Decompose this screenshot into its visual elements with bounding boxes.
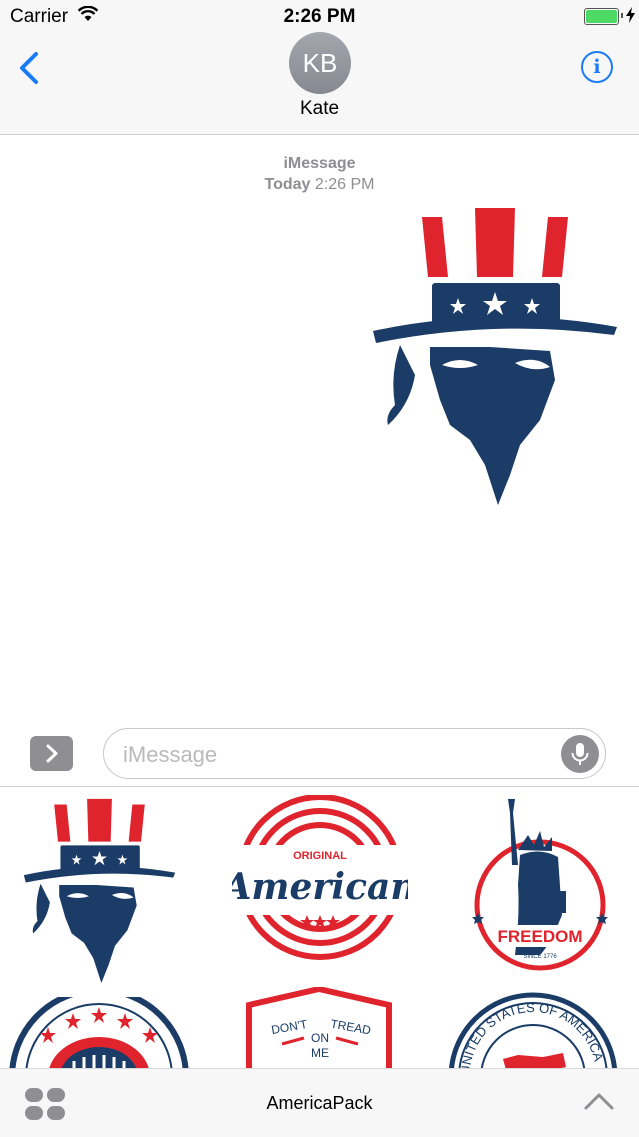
info-button[interactable]: i — [581, 51, 613, 83]
sticker-original-american[interactable]: ORIGINAL American — [232, 795, 408, 960]
service-label: iMessage — [283, 155, 356, 172]
sticker-american-label: American — [232, 866, 408, 908]
sticker-usa-seal[interactable]: UNITED STATES OF AMERICA — [448, 987, 618, 1069]
sticker-freedom-label: FREEDOM — [498, 927, 583, 946]
contact-name[interactable]: Kate — [0, 98, 639, 120]
sticker-since-label: SINCE 1776 — [523, 954, 557, 960]
battery-fill — [586, 10, 617, 23]
back-chevron-icon[interactable] — [14, 48, 46, 88]
dictation-button[interactable] — [561, 735, 599, 773]
apps-toggle-button[interactable] — [30, 736, 73, 771]
message-input[interactable]: iMessage — [103, 728, 606, 779]
charging-bolt-icon — [626, 7, 635, 23]
day-label: Today — [264, 176, 311, 193]
sent-sticker-uncle-sam[interactable] — [370, 205, 620, 505]
sticker-drawer[interactable]: ORIGINAL American FREEDOM SINCE 1776 DON… — [0, 786, 639, 1069]
battery-icon — [584, 8, 619, 25]
status-bar: Carrier 2:26 PM — [0, 0, 639, 34]
sticker-dont-tread[interactable]: DON'T TREAD ON ME — [244, 987, 394, 1069]
message-placeholder: iMessage — [123, 742, 218, 767]
battery-tip — [621, 13, 623, 18]
sticker-capitol[interactable] — [8, 997, 190, 1069]
app-bottom-bar: AmericaPack — [0, 1068, 639, 1137]
microphone-icon — [571, 743, 589, 765]
sticker-tread-label: TREAD — [329, 1017, 372, 1038]
time-label: 2:26 PM — [314, 176, 375, 193]
sticker-dont-label: DON'T — [270, 1017, 309, 1037]
expand-chevron-up-icon[interactable] — [582, 1089, 616, 1113]
chevron-right-icon — [46, 744, 58, 763]
sticker-uncle-sam[interactable] — [22, 795, 177, 985]
status-time: 2:26 PM — [283, 6, 356, 27]
sticker-me-label: ME — [311, 1046, 329, 1060]
sticker-freedom[interactable]: FREEDOM SINCE 1776 — [470, 795, 610, 975]
sticker-pack-name: AmericaPack — [266, 1093, 373, 1113]
timestamp: Today 2:26 PM — [0, 176, 639, 194]
contact-avatar[interactable]: KB — [289, 32, 351, 94]
sticker-on-label: ON — [311, 1031, 329, 1045]
sticker-original-label: ORIGINAL — [293, 850, 347, 862]
